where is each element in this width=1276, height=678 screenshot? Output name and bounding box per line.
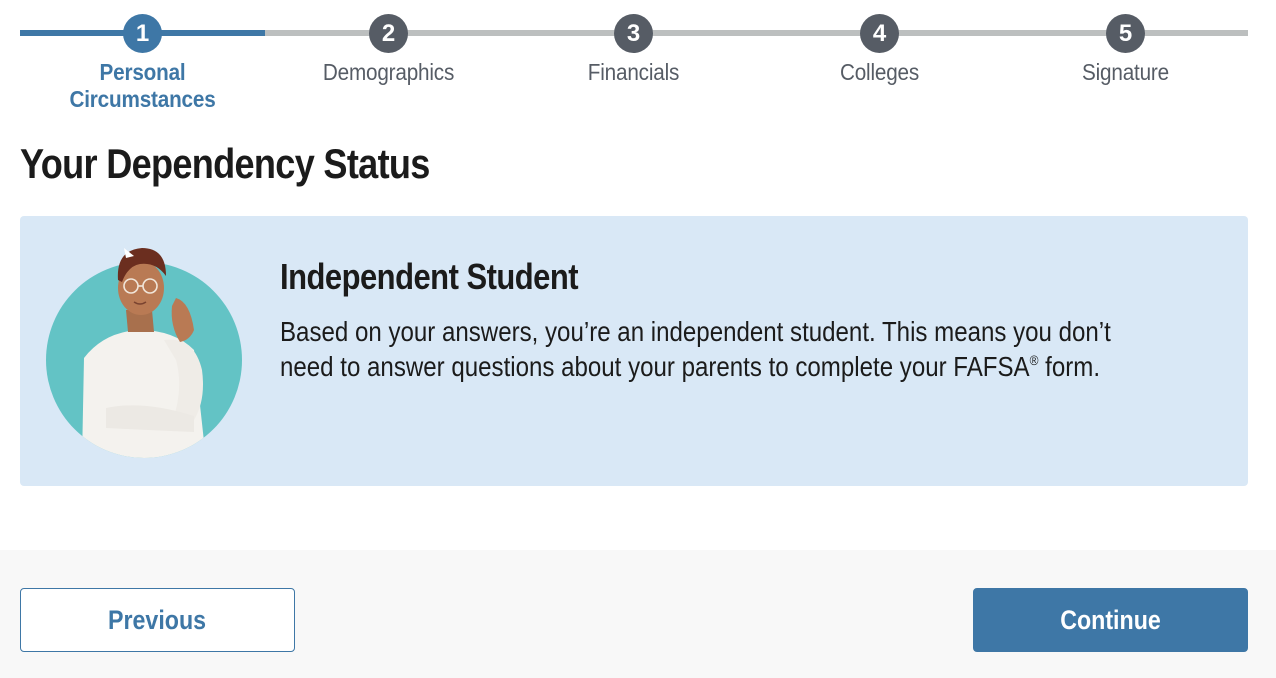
step-number: 3: [614, 14, 653, 53]
progress-stepper: 1 Personal Circumstances 2 Demographics …: [20, 14, 1248, 112]
dependency-status-card: Independent Student Based on your answer…: [20, 216, 1248, 486]
step-colleges: 4 Colleges: [757, 14, 1002, 86]
step-label: Signature: [1081, 59, 1169, 85]
step-personal-circumstances: 1 Personal Circumstances: [20, 14, 265, 113]
step-label: Financials: [587, 59, 680, 85]
continue-button[interactable]: Continue: [973, 588, 1248, 652]
card-body-suffix: form.: [1038, 351, 1101, 382]
card-heading: Independent Student: [280, 256, 579, 297]
step-label: Personal Circumstances: [69, 59, 216, 112]
footer-actions: Previous Continue: [0, 550, 1276, 678]
step-number: 5: [1106, 14, 1145, 53]
card-body-text: Based on your answers, you’re an indepen…: [280, 316, 1111, 382]
page-title: Your Dependency Status: [20, 140, 430, 187]
step-signature: 5 Signature: [1003, 14, 1248, 86]
step-number: 2: [369, 14, 408, 53]
previous-button-label: Previous: [108, 604, 207, 635]
registered-mark: ®: [1029, 352, 1039, 368]
continue-button-label: Continue: [1060, 604, 1161, 635]
step-number: 4: [860, 14, 899, 53]
step-label: Colleges: [839, 59, 920, 85]
step-number: 1: [123, 14, 162, 53]
step-financials: 3 Financials: [511, 14, 756, 86]
card-body: Based on your answers, you’re an indepen…: [280, 314, 1140, 384]
previous-button[interactable]: Previous: [20, 588, 295, 652]
step-label: Demographics: [322, 59, 455, 85]
student-thinking-illustration-icon: [46, 248, 242, 458]
step-demographics: 2 Demographics: [266, 14, 511, 86]
